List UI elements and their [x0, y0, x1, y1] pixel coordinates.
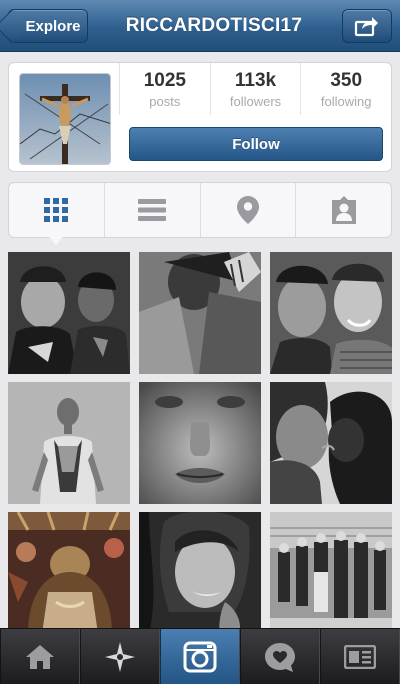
- explore-star-icon: [105, 641, 135, 672]
- photo-thumbnail[interactable]: [8, 252, 130, 374]
- tab-map-view[interactable]: [199, 183, 296, 237]
- back-button[interactable]: Explore: [8, 9, 88, 43]
- following-count: 350: [330, 69, 363, 91]
- following-stat[interactable]: 350 following: [300, 63, 391, 115]
- follow-button[interactable]: Follow: [129, 127, 383, 161]
- tab-activity[interactable]: [240, 629, 320, 684]
- tagged-person-icon: [331, 196, 356, 224]
- photo-thumbnail[interactable]: [270, 382, 392, 504]
- posts-stat[interactable]: 1025 posts: [119, 63, 210, 115]
- photo-thumbnail[interactable]: [8, 382, 130, 504]
- username-title: RICCARDOTISCI17: [125, 15, 303, 36]
- tab-home[interactable]: [0, 629, 80, 684]
- photo-thumbnail[interactable]: [139, 512, 261, 634]
- posts-count: 1025: [143, 69, 186, 91]
- stats-row: 1025 posts 113k followers 350 following: [119, 63, 391, 115]
- location-pin-icon: [236, 196, 259, 224]
- home-icon: [26, 644, 54, 669]
- posts-label: posts: [149, 93, 181, 109]
- view-switcher: [8, 182, 392, 245]
- tab-explore[interactable]: [80, 629, 160, 684]
- tab-grid-view[interactable]: [9, 183, 104, 245]
- tab-tagged-view[interactable]: [295, 183, 391, 237]
- photo-thumbnail[interactable]: [139, 252, 261, 374]
- list-icon: [138, 199, 167, 221]
- photo-thumbnail[interactable]: [270, 252, 392, 374]
- share-icon: [354, 17, 378, 37]
- back-button-label: Explore: [25, 17, 81, 35]
- followers-label: followers: [229, 93, 282, 109]
- profile-header: 1025 posts 113k followers 350 following …: [8, 62, 392, 172]
- share-button[interactable]: [342, 9, 392, 43]
- tab-camera[interactable]: [160, 629, 240, 684]
- photo-grid: [8, 252, 392, 634]
- grid-icon: [44, 198, 69, 222]
- avatar-image: [20, 74, 110, 164]
- followers-stat[interactable]: 113k followers: [209, 63, 301, 115]
- avatar[interactable]: [19, 73, 111, 165]
- tab-list-view[interactable]: [103, 183, 200, 237]
- followers-count: 113k: [234, 69, 277, 91]
- bottom-tabbar: [0, 628, 400, 684]
- profile-card-icon: [344, 644, 376, 669]
- camera-icon: [183, 641, 217, 672]
- top-navbar: Explore RICCARDOTISCI17: [0, 0, 400, 52]
- tab-profile[interactable]: [320, 629, 400, 684]
- photo-thumbnail[interactable]: [270, 512, 392, 634]
- photo-thumbnail[interactable]: [8, 512, 130, 634]
- activity-heart-bubble-icon: [265, 642, 295, 672]
- photo-thumbnail[interactable]: [139, 382, 261, 504]
- following-label: following: [320, 93, 372, 109]
